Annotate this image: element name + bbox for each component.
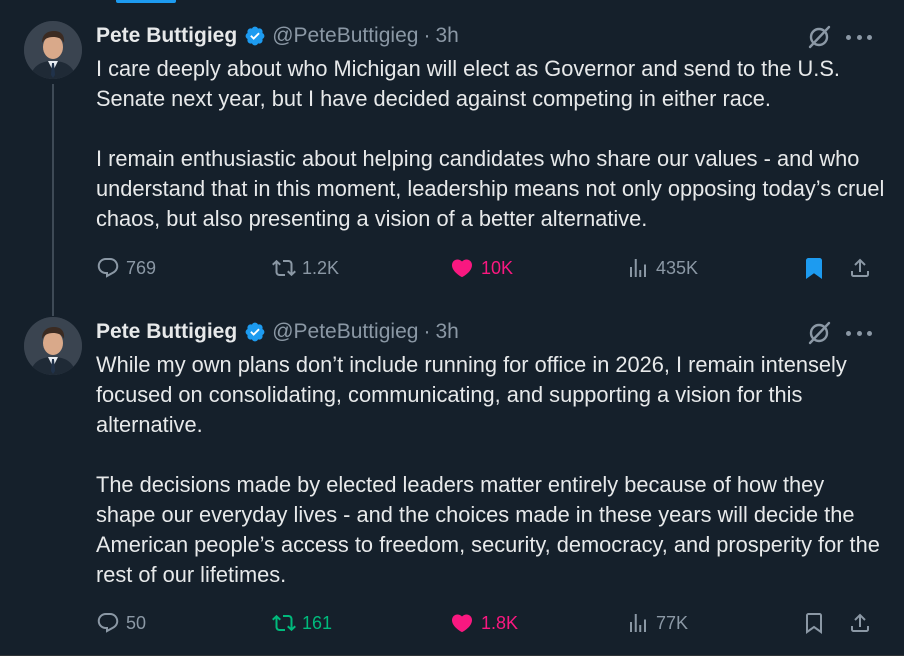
repost-icon [272, 259, 296, 277]
separator-dot: · [423, 320, 431, 343]
share-icon [851, 258, 869, 277]
share-button[interactable] [848, 253, 872, 283]
bookmark-icon [806, 613, 822, 634]
tweet-actions: 50 161 1.8K 77K [96, 608, 876, 638]
separator-dot: · [423, 24, 431, 47]
avatar-image [24, 317, 82, 375]
more-icon[interactable] [846, 26, 872, 48]
grok-icon[interactable] [806, 320, 832, 346]
more-icon[interactable] [846, 322, 872, 344]
tweet-text: I care deeply about who Michigan will el… [96, 54, 886, 234]
repost-button[interactable]: 1.2K [272, 253, 339, 283]
share-icon [851, 613, 869, 632]
repost-icon [272, 614, 296, 632]
reply-icon [97, 258, 119, 278]
avatar-image [24, 21, 82, 79]
bookmark-icon [806, 258, 822, 279]
tweet-paragraph: While my own plans don’t include running… [96, 352, 847, 437]
views-button[interactable]: 77K [626, 608, 688, 638]
tweet-paragraph: The decisions made by elected leaders ma… [96, 472, 880, 587]
tweet-paragraph: I remain enthusiastic about helping cand… [96, 146, 885, 231]
display-name[interactable]: Pete Buttigieg [96, 320, 237, 344]
reply-icon [97, 613, 119, 633]
repost-count: 1.2K [302, 257, 340, 278]
views-count: 77K [656, 612, 689, 633]
verified-badge-icon[interactable] [244, 321, 266, 343]
heart-icon [451, 614, 473, 633]
verified-badge-icon[interactable] [244, 25, 266, 47]
repost-button[interactable]: 161 [272, 608, 332, 638]
like-button[interactable]: 10K [449, 253, 513, 283]
tweet-paragraph: I care deeply about who Michigan will el… [96, 56, 840, 111]
grok-icon[interactable] [806, 24, 832, 50]
user-handle[interactable]: @PeteButtigieg [272, 24, 418, 48]
avatar[interactable] [24, 317, 82, 375]
repost-count: 161 [302, 612, 333, 633]
reply-count: 50 [126, 612, 147, 633]
user-handle[interactable]: @PeteButtigieg [272, 320, 418, 344]
tweet-header: Pete Buttigieg @PeteButtigieg · 3h [96, 22, 459, 50]
timestamp[interactable]: 3h [435, 24, 458, 48]
avatar[interactable] [24, 21, 82, 79]
tweet-header: Pete Buttigieg @PeteButtigieg · 3h [96, 318, 459, 346]
tweet-actions: 769 1.2K 10K 435K [96, 253, 876, 283]
views-icon [630, 614, 646, 632]
timestamp[interactable]: 3h [435, 320, 458, 344]
heart-icon [451, 259, 473, 278]
views-button[interactable]: 435K [626, 253, 698, 283]
reply-button[interactable]: 50 [96, 608, 146, 638]
bookmark-button[interactable] [802, 608, 826, 638]
like-button[interactable]: 1.8K [449, 608, 518, 638]
reply-count: 769 [126, 257, 157, 278]
views-count: 435K [656, 257, 699, 278]
timeline: Pete Buttigieg @PeteButtigieg · 3h I car… [0, 0, 904, 656]
share-button[interactable] [848, 608, 872, 638]
tweet[interactable]: Pete Buttigieg @PeteButtigieg · 3h I car… [0, 0, 904, 312]
like-count: 10K [481, 257, 514, 278]
display-name[interactable]: Pete Buttigieg [96, 24, 237, 48]
tweet-text: While my own plans don’t include running… [96, 350, 886, 590]
tweet[interactable]: Pete Buttigieg @PeteButtigieg · 3h While… [0, 296, 904, 656]
reply-button[interactable]: 769 [96, 253, 156, 283]
views-icon [630, 259, 646, 277]
like-count: 1.8K [481, 612, 519, 633]
bookmark-button[interactable] [802, 253, 826, 283]
